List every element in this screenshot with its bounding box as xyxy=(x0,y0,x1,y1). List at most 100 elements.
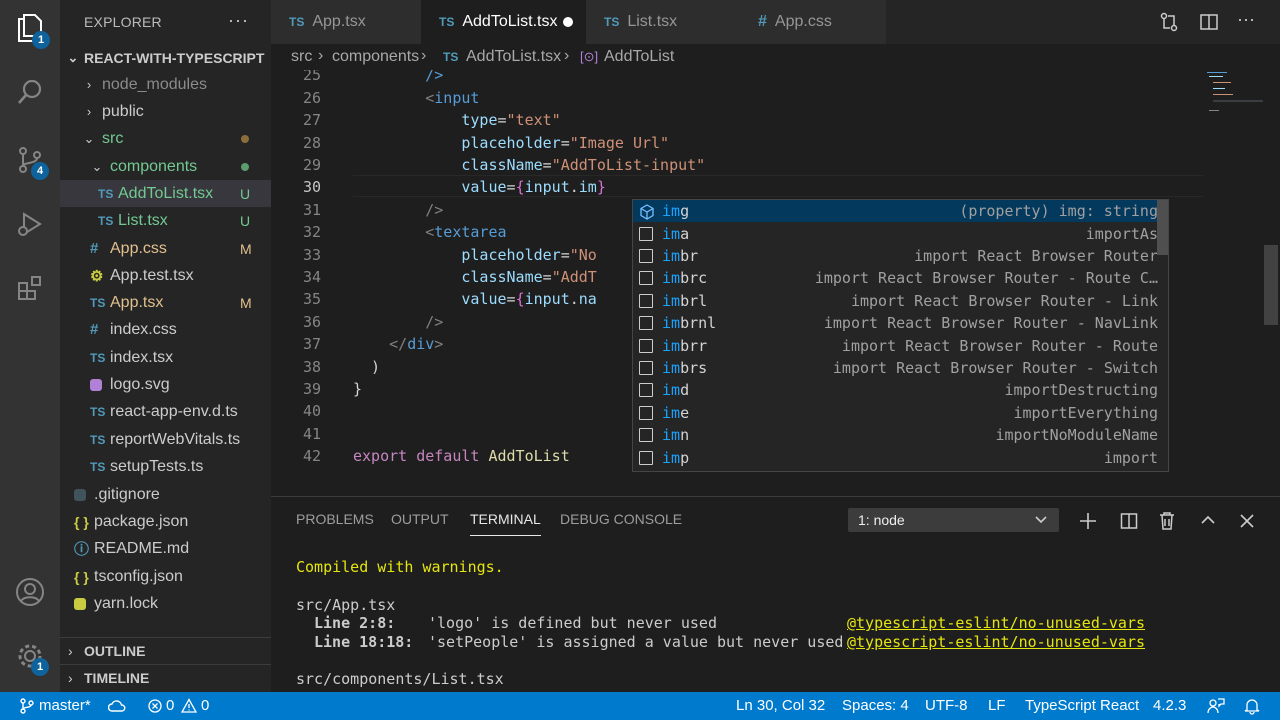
tree-item[interactable]: ⌄ src xyxy=(60,125,271,152)
breadcrumb-file[interactable]: AddToList.tsx xyxy=(466,48,561,66)
bottom-panel: PROBLEMS OUTPUT TERMINAL DEBUG CONSOLE 1… xyxy=(271,496,1280,692)
warning-icon[interactable] xyxy=(181,698,197,713)
suggestion-item[interactable]: img (property) img: string xyxy=(633,200,1168,223)
trash-icon[interactable] xyxy=(1158,511,1176,531)
feedback-icon[interactable] xyxy=(1207,697,1225,715)
suggestion-label: imbrc xyxy=(662,269,707,287)
manage-gear-icon[interactable]: 1 xyxy=(10,636,50,676)
suggestion-item[interactable]: imbrc import React Browser Router - Route… xyxy=(633,267,1168,289)
more-actions-icon[interactable]: ··· xyxy=(1237,9,1255,30)
suggestion-item[interactable]: imn importNoModuleName xyxy=(633,424,1168,446)
tree-item[interactable]: ⓘ README.md xyxy=(60,535,271,562)
editor-scrollbar[interactable] xyxy=(1264,245,1278,325)
outline-section[interactable]: › OUTLINE xyxy=(60,637,271,664)
tree-item[interactable]: ⌄ components xyxy=(60,153,271,180)
suggestion-item[interactable]: imbrr import React Browser Router - Route xyxy=(633,334,1168,356)
line-number: 28 xyxy=(302,134,321,152)
sync-cloud-icon[interactable] xyxy=(108,699,126,713)
suggest-scrollbar[interactable] xyxy=(1157,200,1168,255)
tree-item[interactable]: TS AddToList.tsx U xyxy=(60,180,271,207)
source-control-icon[interactable]: 4 xyxy=(10,140,50,180)
timeline-label: TIMELINE xyxy=(84,670,150,686)
minimap[interactable] xyxy=(1207,70,1267,120)
suggestion-item[interactable]: imp import xyxy=(633,446,1168,468)
tree-item[interactable]: › node_modules xyxy=(60,71,271,98)
breadcrumb-symbol[interactable]: AddToList xyxy=(604,48,674,66)
suggestion-match: im xyxy=(662,224,681,243)
tree-item[interactable]: ⚙ App.test.tsx xyxy=(60,262,271,289)
tree-item[interactable]: # App.css M xyxy=(60,235,271,262)
end-of-line[interactable]: LF xyxy=(988,697,1006,714)
terminal-eslint-rule-link[interactable]: @typescript-eslint/no-unused-vars xyxy=(847,633,1145,651)
line-number: 42 xyxy=(302,447,321,465)
tree-item[interactable]: › public xyxy=(60,98,271,125)
suggestion-item[interactable]: imbrl import React Browser Router - Link xyxy=(633,290,1168,312)
suggestion-detail: import React Browser Router - Route C… xyxy=(814,269,1158,288)
tab-app-tsx[interactable]: TS App.tsx xyxy=(271,0,421,44)
tree-item[interactable]: TS List.tsx U xyxy=(60,207,271,234)
tree-item[interactable]: TS index.tsx xyxy=(60,344,271,371)
new-terminal-icon[interactable] xyxy=(1079,512,1097,530)
error-count[interactable]: 0 xyxy=(166,697,174,714)
breadcrumb-src[interactable]: src xyxy=(291,48,312,66)
tree-item[interactable]: TS setupTests.ts xyxy=(60,453,271,480)
split-editor-icon[interactable] xyxy=(1199,12,1219,37)
extensions-icon[interactable] xyxy=(10,268,50,308)
tree-item[interactable]: TS reportWebVitals.ts xyxy=(60,426,271,453)
tab-terminal[interactable]: TERMINAL xyxy=(470,511,541,536)
search-icon[interactable] xyxy=(10,72,50,112)
tree-item[interactable]: # index.css xyxy=(60,316,271,343)
indentation[interactable]: Spaces: 4 xyxy=(842,697,909,714)
project-folder[interactable]: ⌄ REACT-WITH-TYPESCRIPT xyxy=(60,44,271,71)
account-icon[interactable] xyxy=(10,572,50,612)
line-number: 33 xyxy=(302,246,321,264)
typescript-icon: TS xyxy=(98,213,114,228)
more-actions-icon[interactable]: ··· xyxy=(228,10,249,31)
unsaved-dot-icon[interactable] xyxy=(563,17,573,27)
explorer-icon[interactable]: 1 xyxy=(10,8,50,49)
language-mode[interactable]: TypeScript React xyxy=(1025,697,1139,714)
notifications-bell-icon[interactable] xyxy=(1244,697,1260,715)
split-terminal-icon[interactable] xyxy=(1120,512,1138,530)
suggestion-item[interactable]: imbr import React Browser Router xyxy=(633,245,1168,267)
snippet-icon xyxy=(639,293,653,308)
suggestion-item[interactable]: ime importEverything xyxy=(633,402,1168,424)
tab-list-tsx[interactable]: TS List.tsx xyxy=(586,0,736,44)
suggestion-item[interactable]: imbrs import React Browser Router - Switc… xyxy=(633,357,1168,379)
suggestion-item[interactable]: ima importAs xyxy=(633,222,1168,244)
timeline-section[interactable]: › TIMELINE xyxy=(60,664,271,691)
maximize-panel-icon[interactable] xyxy=(1200,514,1216,526)
typescript-version[interactable]: 4.2.3 xyxy=(1153,697,1186,714)
tree-item[interactable]: TS react-app-env.d.ts xyxy=(60,398,271,425)
json-icon: { } xyxy=(74,568,89,585)
tree-item[interactable]: logo.svg xyxy=(60,371,271,398)
tab-app-css[interactable]: # App.css xyxy=(736,0,886,44)
chevron-down-icon: ⌄ xyxy=(83,130,95,146)
cursor-position[interactable]: Ln 30, Col 32 xyxy=(736,697,825,714)
terminal-select[interactable]: 1: node xyxy=(848,508,1059,532)
compare-changes-icon[interactable] xyxy=(1159,12,1179,37)
json-icon: { } xyxy=(74,513,89,530)
close-panel-icon[interactable] xyxy=(1240,514,1254,528)
tree-item-label: .gitignore xyxy=(94,485,160,503)
terminal-eslint-rule-link[interactable]: @typescript-eslint/no-unused-vars xyxy=(847,614,1145,632)
error-icon[interactable] xyxy=(148,699,162,713)
tree-item[interactable]: { } package.json xyxy=(60,508,271,535)
suggestion-item[interactable]: imd importDestructing xyxy=(633,379,1168,401)
warning-count[interactable]: 0 xyxy=(201,697,209,714)
tree-item[interactable]: TS App.tsx M xyxy=(60,289,271,316)
tree-item[interactable]: yarn.lock xyxy=(60,590,271,617)
tree-item[interactable]: .gitignore xyxy=(60,481,271,508)
run-debug-icon[interactable] xyxy=(10,204,50,244)
encoding[interactable]: UTF-8 xyxy=(925,697,968,714)
tree-item[interactable]: { } tsconfig.json xyxy=(60,563,271,590)
autocomplete-suggest-widget[interactable]: img (property) img: string ima importAs imbr… xyxy=(632,199,1169,472)
git-branch-label[interactable]: master* xyxy=(39,697,91,714)
suggestion-item[interactable]: imbrnl import React Browser Router - NavL… xyxy=(633,312,1168,334)
breadcrumb-components[interactable]: components xyxy=(332,48,419,66)
tab-problems[interactable]: PROBLEMS xyxy=(296,511,374,527)
tab-output[interactable]: OUTPUT xyxy=(391,511,449,527)
suggestion-match: im xyxy=(662,336,681,355)
tab-debug-console[interactable]: DEBUG CONSOLE xyxy=(560,511,682,527)
tab-addtolist-tsx[interactable]: TS AddToList.tsx xyxy=(421,0,586,44)
